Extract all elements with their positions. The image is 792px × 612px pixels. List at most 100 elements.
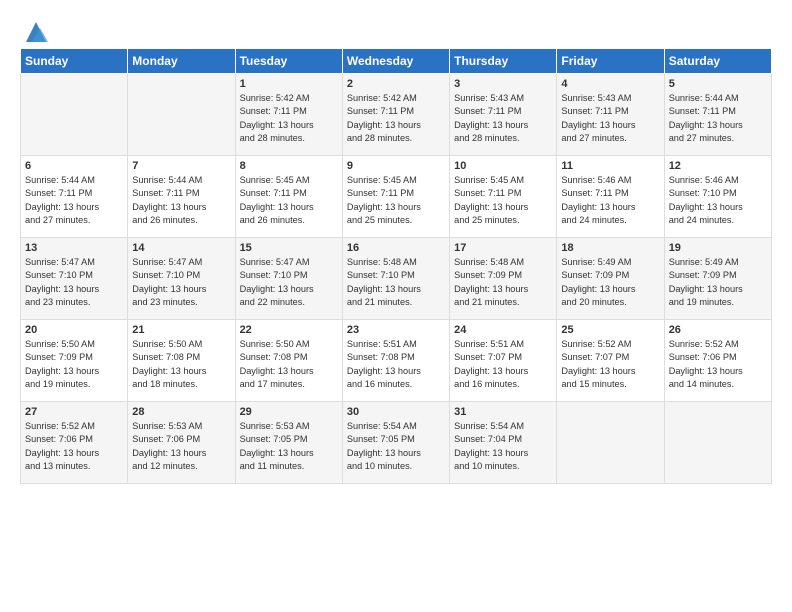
calendar-cell: 19 Sunrise: 5:49 AM Sunset: 7:09 PM Dayli… [664, 238, 771, 320]
day-number: 7 [132, 160, 230, 172]
cell-info: Sunrise: 5:54 AM Sunset: 7:05 PM Dayligh… [347, 420, 445, 473]
cell-info: Sunrise: 5:51 AM Sunset: 7:08 PM Dayligh… [347, 338, 445, 391]
cell-info: Sunrise: 5:54 AM Sunset: 7:04 PM Dayligh… [454, 420, 552, 473]
calendar-cell [128, 74, 235, 156]
calendar-cell: 25 Sunrise: 5:52 AM Sunset: 7:07 PM Dayli… [557, 320, 664, 402]
weekday-header-sunday: Sunday [21, 49, 128, 74]
day-number: 14 [132, 242, 230, 254]
weekday-header-friday: Friday [557, 49, 664, 74]
day-number: 21 [132, 324, 230, 336]
cell-info: Sunrise: 5:50 AM Sunset: 7:08 PM Dayligh… [132, 338, 230, 391]
calendar-cell: 14 Sunrise: 5:47 AM Sunset: 7:10 PM Dayli… [128, 238, 235, 320]
day-number: 18 [561, 242, 659, 254]
day-number: 4 [561, 78, 659, 90]
day-number: 3 [454, 78, 552, 90]
cell-info: Sunrise: 5:49 AM Sunset: 7:09 PM Dayligh… [561, 256, 659, 309]
day-number: 22 [240, 324, 338, 336]
day-number: 30 [347, 406, 445, 418]
day-number: 31 [454, 406, 552, 418]
calendar-cell: 7 Sunrise: 5:44 AM Sunset: 7:11 PM Daylig… [128, 156, 235, 238]
calendar-cell: 8 Sunrise: 5:45 AM Sunset: 7:11 PM Daylig… [235, 156, 342, 238]
calendar-cell: 10 Sunrise: 5:45 AM Sunset: 7:11 PM Dayli… [450, 156, 557, 238]
weekday-header-monday: Monday [128, 49, 235, 74]
calendar-cell: 5 Sunrise: 5:44 AM Sunset: 7:11 PM Daylig… [664, 74, 771, 156]
cell-info: Sunrise: 5:46 AM Sunset: 7:11 PM Dayligh… [561, 174, 659, 227]
day-number: 16 [347, 242, 445, 254]
cell-info: Sunrise: 5:50 AM Sunset: 7:09 PM Dayligh… [25, 338, 123, 391]
cell-info: Sunrise: 5:52 AM Sunset: 7:06 PM Dayligh… [669, 338, 767, 391]
calendar-cell: 31 Sunrise: 5:54 AM Sunset: 7:04 PM Dayli… [450, 402, 557, 484]
cell-info: Sunrise: 5:49 AM Sunset: 7:09 PM Dayligh… [669, 256, 767, 309]
cell-info: Sunrise: 5:48 AM Sunset: 7:09 PM Dayligh… [454, 256, 552, 309]
logo [20, 18, 44, 40]
cell-info: Sunrise: 5:51 AM Sunset: 7:07 PM Dayligh… [454, 338, 552, 391]
calendar-cell: 3 Sunrise: 5:43 AM Sunset: 7:11 PM Daylig… [450, 74, 557, 156]
page: SundayMondayTuesdayWednesdayThursdayFrid… [0, 0, 792, 612]
day-number: 23 [347, 324, 445, 336]
calendar-cell [21, 74, 128, 156]
cell-info: Sunrise: 5:47 AM Sunset: 7:10 PM Dayligh… [240, 256, 338, 309]
day-number: 15 [240, 242, 338, 254]
cell-info: Sunrise: 5:42 AM Sunset: 7:11 PM Dayligh… [240, 92, 338, 145]
cell-info: Sunrise: 5:48 AM Sunset: 7:10 PM Dayligh… [347, 256, 445, 309]
cell-info: Sunrise: 5:52 AM Sunset: 7:07 PM Dayligh… [561, 338, 659, 391]
day-number: 29 [240, 406, 338, 418]
calendar-cell: 20 Sunrise: 5:50 AM Sunset: 7:09 PM Dayli… [21, 320, 128, 402]
weekday-header-wednesday: Wednesday [342, 49, 449, 74]
cell-info: Sunrise: 5:45 AM Sunset: 7:11 PM Dayligh… [454, 174, 552, 227]
calendar-cell: 21 Sunrise: 5:50 AM Sunset: 7:08 PM Dayli… [128, 320, 235, 402]
cell-info: Sunrise: 5:44 AM Sunset: 7:11 PM Dayligh… [669, 92, 767, 145]
calendar-table: SundayMondayTuesdayWednesdayThursdayFrid… [20, 48, 772, 484]
calendar-cell: 27Sunrise: 5:52 AM Sunset: 7:06 PM Dayli… [21, 402, 128, 484]
day-number: 12 [669, 160, 767, 172]
calendar-cell: 15 Sunrise: 5:47 AM Sunset: 7:10 PM Dayli… [235, 238, 342, 320]
calendar-cell: 28 Sunrise: 5:53 AM Sunset: 7:06 PM Dayli… [128, 402, 235, 484]
cell-info: Sunrise: 5:43 AM Sunset: 7:11 PM Dayligh… [454, 92, 552, 145]
day-number: 11 [561, 160, 659, 172]
day-number: 8 [240, 160, 338, 172]
cell-info: Sunrise: 5:42 AM Sunset: 7:11 PM Dayligh… [347, 92, 445, 145]
calendar-cell: 29 Sunrise: 5:53 AM Sunset: 7:05 PM Dayli… [235, 402, 342, 484]
day-number: 5 [669, 78, 767, 90]
day-number: 28 [132, 406, 230, 418]
day-number: 24 [454, 324, 552, 336]
calendar-cell: 23 Sunrise: 5:51 AM Sunset: 7:08 PM Dayli… [342, 320, 449, 402]
day-number: 1 [240, 78, 338, 90]
calendar-cell [557, 402, 664, 484]
cell-info: Sunrise: 5:44 AM Sunset: 7:11 PM Dayligh… [132, 174, 230, 227]
day-number: 20 [25, 324, 123, 336]
day-number: 26 [669, 324, 767, 336]
header [20, 18, 772, 40]
calendar-cell: 16 Sunrise: 5:48 AM Sunset: 7:10 PM Dayli… [342, 238, 449, 320]
cell-info: Sunrise: 5:46 AM Sunset: 7:10 PM Dayligh… [669, 174, 767, 227]
calendar-cell: 4 Sunrise: 5:43 AM Sunset: 7:11 PM Daylig… [557, 74, 664, 156]
cell-info: Sunrise: 5:44 AM Sunset: 7:11 PM Dayligh… [25, 174, 123, 227]
cell-info: Sunrise: 5:47 AM Sunset: 7:10 PM Dayligh… [25, 256, 123, 309]
calendar-cell: 6Sunrise: 5:44 AM Sunset: 7:11 PM Daylig… [21, 156, 128, 238]
calendar-cell: 26 Sunrise: 5:52 AM Sunset: 7:06 PM Dayli… [664, 320, 771, 402]
weekday-header-tuesday: Tuesday [235, 49, 342, 74]
weekday-header-saturday: Saturday [664, 49, 771, 74]
calendar-cell: 9Sunrise: 5:45 AM Sunset: 7:11 PM Daylig… [342, 156, 449, 238]
calendar-cell: 24 Sunrise: 5:51 AM Sunset: 7:07 PM Dayli… [450, 320, 557, 402]
calendar-cell: 1 Sunrise: 5:42 AM Sunset: 7:11 PM Daylig… [235, 74, 342, 156]
calendar-cell: 18 Sunrise: 5:49 AM Sunset: 7:09 PM Dayli… [557, 238, 664, 320]
calendar-cell [664, 402, 771, 484]
cell-info: Sunrise: 5:53 AM Sunset: 7:05 PM Dayligh… [240, 420, 338, 473]
cell-info: Sunrise: 5:47 AM Sunset: 7:10 PM Dayligh… [132, 256, 230, 309]
cell-info: Sunrise: 5:52 AM Sunset: 7:06 PM Dayligh… [25, 420, 123, 473]
calendar-cell: 11 Sunrise: 5:46 AM Sunset: 7:11 PM Dayli… [557, 156, 664, 238]
calendar-cell: 13 Sunrise: 5:47 AM Sunset: 7:10 PM Dayli… [21, 238, 128, 320]
cell-info: Sunrise: 5:45 AM Sunset: 7:11 PM Dayligh… [240, 174, 338, 227]
calendar-cell: 12 Sunrise: 5:46 AM Sunset: 7:10 PM Dayli… [664, 156, 771, 238]
day-number: 2 [347, 78, 445, 90]
cell-info: Sunrise: 5:53 AM Sunset: 7:06 PM Dayligh… [132, 420, 230, 473]
day-number: 25 [561, 324, 659, 336]
calendar-cell: 30 Sunrise: 5:54 AM Sunset: 7:05 PM Dayli… [342, 402, 449, 484]
calendar-cell: 2 Sunrise: 5:42 AM Sunset: 7:11 PM Daylig… [342, 74, 449, 156]
cell-info: Sunrise: 5:43 AM Sunset: 7:11 PM Dayligh… [561, 92, 659, 145]
day-number: 9 [347, 160, 445, 172]
day-number: 19 [669, 242, 767, 254]
day-number: 13 [25, 242, 123, 254]
day-number: 10 [454, 160, 552, 172]
